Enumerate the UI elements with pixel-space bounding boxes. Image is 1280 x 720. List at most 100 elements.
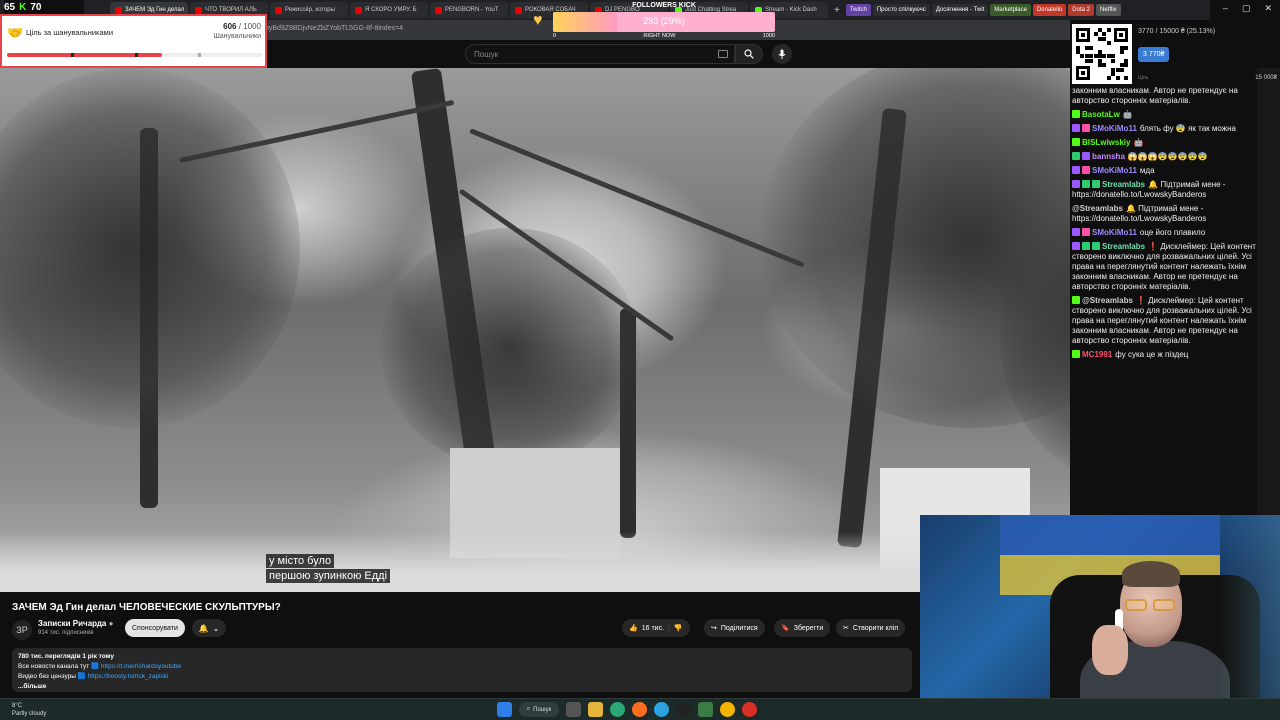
clip-label: Створити кліп — [852, 624, 899, 632]
clip-button[interactable]: ✂ Створити кліп — [836, 619, 906, 637]
browser-tab[interactable]: PENGBORN - YouT — [430, 2, 508, 18]
donation-goal-label: Ціль — [1138, 75, 1149, 81]
chat-username[interactable]: Streamlabs — [1102, 242, 1145, 251]
telegram-link[interactable]: https://t.me/richardsyoutube — [101, 663, 181, 670]
chat-username[interactable]: SMoKiMo11 — [1092, 228, 1137, 237]
description-box[interactable]: 780 тис. переглядів 1 рік тому Все новос… — [12, 648, 912, 692]
channel-name[interactable]: Записки Ричарда ● — [38, 619, 113, 628]
screen: ЗАЧЕМ Эд Гин делал ЧТО ТВОРИЛ АЛЬ Режиссёр… — [0, 0, 1280, 720]
verified-icon: ● — [108, 619, 114, 628]
browser-tab[interactable]: Режиссёр, которы — [270, 2, 348, 18]
chat-text: 😱😱😱😨😨😨😨😨 — [1127, 152, 1208, 161]
like-button[interactable]: 👍 16 тис. | 👎 — [622, 619, 690, 637]
share-button[interactable]: ↪ Поділитися — [704, 619, 765, 637]
address-text[interactable]: pyBd9Z8BDjvNeZbZYobTL5GG-8f-8index=4 — [265, 25, 403, 32]
description-line: Все новости канала тут 🟦 https://t.me/ri… — [18, 662, 906, 672]
telegram-icon[interactable] — [654, 702, 669, 717]
chat-username[interactable]: BISLwiwskiy — [1082, 138, 1130, 147]
bookmark-item[interactable]: Twitch — [845, 4, 871, 16]
task-view-icon[interactable] — [566, 702, 581, 717]
purple-badge-icon — [1082, 152, 1090, 160]
chat-message: Streamlabs 🔔 Підтримай мене - https://don… — [1072, 180, 1258, 200]
new-tab-icon[interactable]: + — [830, 5, 844, 16]
qr-module — [1089, 54, 1094, 59]
channel-avatar[interactable]: ЗР — [12, 620, 32, 640]
subscriber-count: 914 тис. підписників — [38, 630, 94, 636]
followers-label: RIGHT NOW — [643, 33, 676, 39]
window-controls: – ▢ ✕ — [1223, 3, 1272, 14]
scissors-icon: ✂ — [843, 625, 849, 632]
goal-current: 606 — [223, 22, 237, 31]
qr-module — [1089, 45, 1094, 50]
obs-icon[interactable] — [676, 702, 691, 717]
telegram-icon: 🟦 — [90, 663, 100, 670]
start-icon[interactable] — [497, 702, 512, 717]
qr-module — [1111, 72, 1116, 76]
weather-widget[interactable]: 8°C Partly cloudy — [12, 702, 46, 718]
chat-message: Streamlabs ❗ Дисклеймер: Цей контент ство… — [1072, 242, 1258, 292]
bell-icon: 🔔 — [198, 623, 209, 633]
share-label: Поділитися — [720, 624, 758, 632]
search-button[interactable] — [735, 44, 763, 64]
chat-username[interactable]: BasotaLw — [1082, 110, 1120, 119]
maximize-icon[interactable]: ▢ — [1242, 3, 1251, 14]
bookmark-item[interactable]: Dota 2 — [1068, 4, 1094, 16]
goal-marker — [198, 53, 202, 57]
kick-badge-icon — [1072, 296, 1080, 304]
chat-message: MC1991 фу сука це ж піздец — [1072, 350, 1258, 360]
keyboard-icon[interactable] — [718, 50, 728, 58]
qr-module — [1102, 36, 1107, 41]
minimize-icon[interactable]: – — [1223, 3, 1228, 14]
file-explorer-icon[interactable] — [588, 702, 603, 717]
chat-username[interactable]: @Streamlabs — [1082, 296, 1133, 305]
qr-module — [1111, 54, 1116, 59]
chat-username[interactable]: SMoKiMo11 — [1092, 124, 1137, 133]
edge-icon[interactable] — [610, 702, 625, 717]
close-icon[interactable]: ✕ — [1264, 3, 1272, 14]
more-button[interactable]: ...більше — [18, 682, 906, 692]
sponsor-button[interactable]: Спонсорувати — [125, 619, 185, 637]
chrome-icon[interactable] — [720, 702, 735, 717]
chat-username[interactable]: bannsha — [1092, 152, 1125, 161]
youtube-favicon-icon — [515, 6, 522, 14]
qr-finder — [1076, 28, 1090, 42]
youtube-favicon-icon — [435, 6, 442, 14]
chat-list: законним власникам. Автор не претендує н… — [1072, 86, 1258, 364]
chat-username[interactable]: SMoKiMo11 — [1092, 166, 1137, 175]
save-button[interactable]: 🔖 Зберегти — [774, 619, 831, 637]
notification-bell-button[interactable]: 🔔 ⌄ — [192, 619, 226, 637]
chat-message: bannsha 😱😱😱😨😨😨😨😨 — [1072, 152, 1258, 162]
bookmark-item[interactable]: Досягнення - Twit — [931, 4, 989, 16]
chat-username[interactable]: Streamlabs — [1102, 180, 1145, 189]
app-icon[interactable] — [742, 702, 757, 717]
bookmark-item[interactable]: Просто спілкуючс — [872, 4, 930, 16]
chat-text: мда — [1139, 166, 1155, 175]
taskbar-search[interactable]: ⌕ Пошук — [519, 702, 559, 717]
taskbar: 8°C Partly cloudy ⌕ Пошук — [0, 698, 1280, 720]
like-count: 16 тис. — [641, 624, 665, 632]
scrollbar[interactable] — [1257, 68, 1280, 515]
boosty-link[interactable]: https://boosty.to/rick_zapiski — [88, 673, 169, 680]
qr-finder — [1076, 66, 1090, 80]
bookmark-item[interactable]: Donatello — [1032, 4, 1067, 16]
channel-name-text[interactable]: Записки Ричарда — [38, 619, 106, 628]
app-icon[interactable] — [698, 702, 713, 717]
search-input[interactable]: Пошук — [465, 44, 735, 64]
kick-badge-icon — [1072, 350, 1080, 358]
voice-search-button[interactable] — [772, 44, 792, 64]
chat-text: оце його плавило — [1139, 228, 1206, 237]
qr-module — [1124, 58, 1129, 63]
qr-module — [1106, 41, 1111, 46]
qr-module — [1084, 54, 1089, 59]
browser-tab[interactable]: Я СКОРО УМРУ. Б — [350, 2, 428, 18]
chat-username[interactable]: @Streamlabs — [1072, 204, 1123, 213]
thumbs-down-icon[interactable]: 👎 — [674, 624, 683, 632]
bookmark-item[interactable]: Marketplace — [990, 4, 1031, 16]
firefox-icon[interactable] — [632, 702, 647, 717]
video-player[interactable]: у місто було першою зупинкою Едді — [0, 68, 1257, 592]
chat-username[interactable]: MC1991 — [1082, 350, 1112, 359]
webcam-feed — [920, 515, 1280, 720]
bookmark-item[interactable]: Netflix — [1095, 4, 1121, 16]
chat-message: BasotaLw 🤖 — [1072, 110, 1258, 120]
search-placeholder: Пошук — [474, 50, 499, 59]
